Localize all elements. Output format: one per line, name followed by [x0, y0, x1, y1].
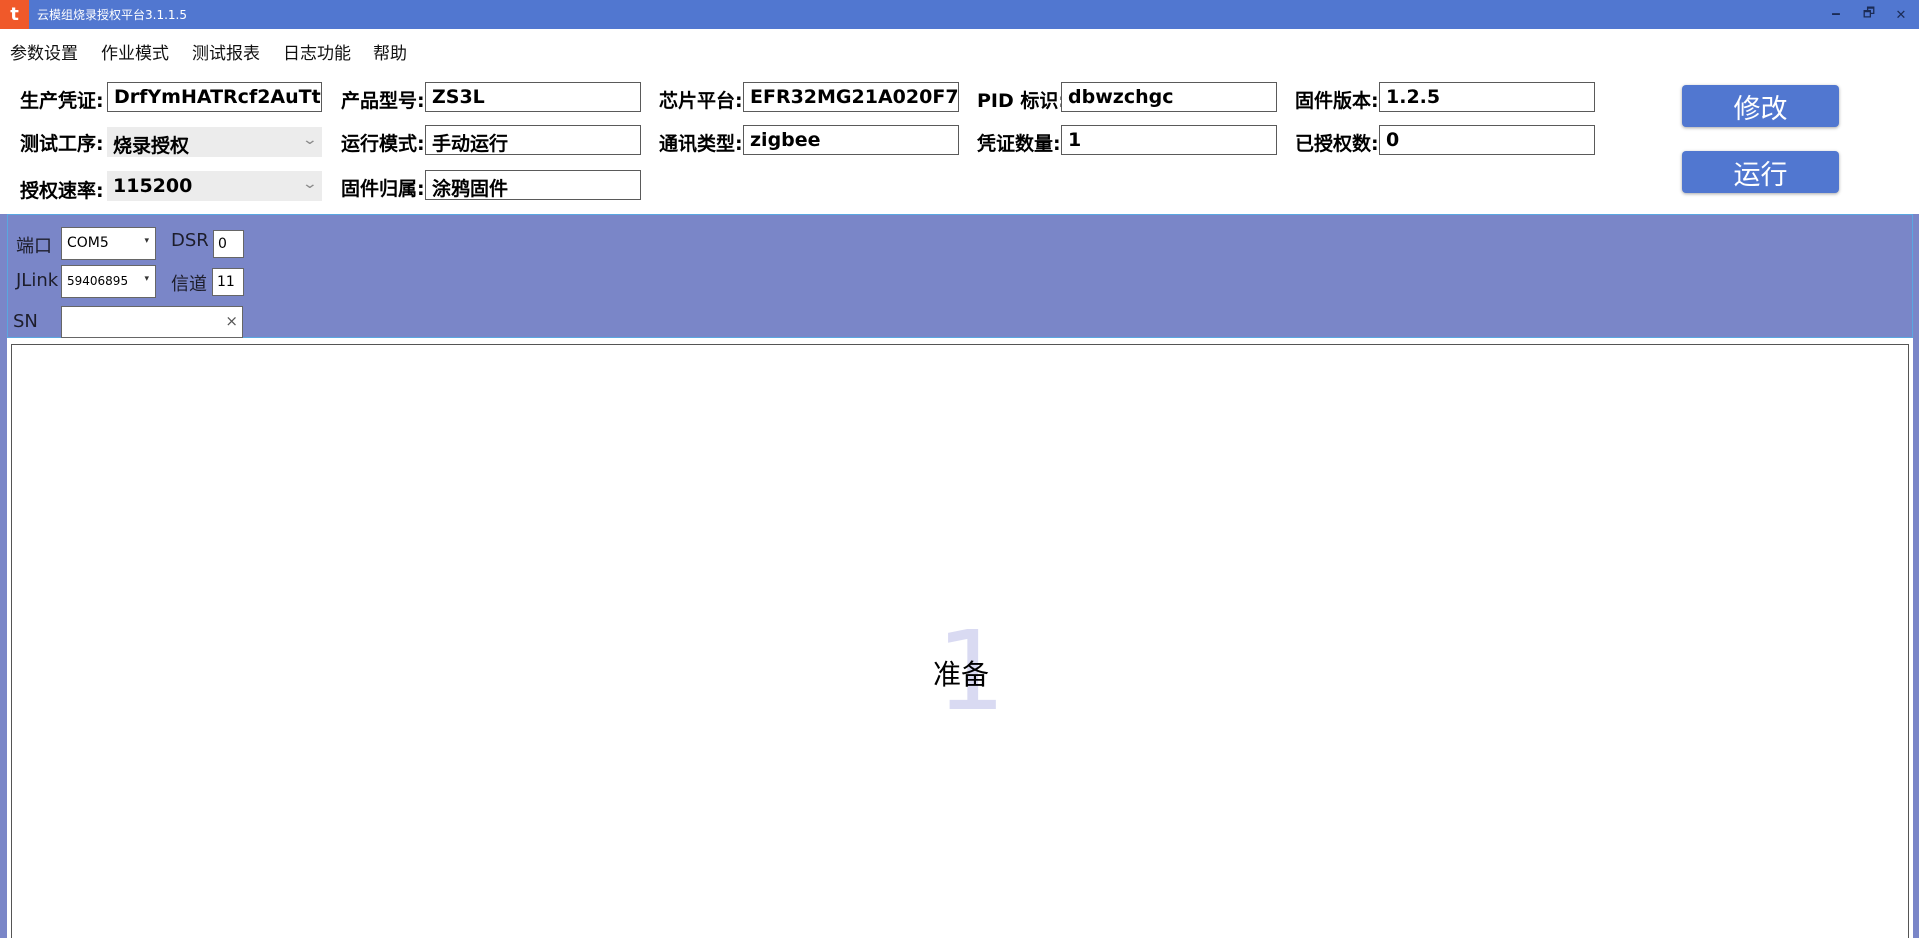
pid-field[interactable]: dbwzchgc [1061, 82, 1277, 112]
jlink-label: JLink [16, 270, 59, 291]
menu-item-help[interactable]: 帮助 [373, 39, 407, 64]
right-border [1913, 214, 1919, 938]
production-credential-label: 生产凭证: [20, 90, 104, 112]
port-value: COM5 [67, 235, 109, 251]
dropdown-arrow-icon: ▾ [144, 274, 149, 284]
left-border [0, 214, 7, 938]
chevron-down-icon: ⌄ [301, 176, 319, 192]
jlink-select[interactable]: 59406895 ▾ [61, 265, 156, 298]
production-credential-field[interactable]: DrfYmHATRcf2AuTt [107, 82, 322, 112]
menu-item-params[interactable]: 参数设置 [10, 39, 78, 64]
restore-icon[interactable]: 🗗 [1858, 4, 1880, 26]
credential-count-field[interactable]: 1 [1061, 125, 1277, 155]
chip-platform-field[interactable]: EFR32MG21A020F768 [743, 82, 959, 112]
dsr-field[interactable]: 0 [213, 230, 244, 258]
sn-input[interactable]: × [61, 306, 243, 338]
auth-rate-select[interactable]: 115200 ⌄ [107, 171, 322, 201]
window-title: 云模组烧录授权平台3.1.1.5 [37, 8, 187, 22]
jlink-value: 59406895 [67, 274, 129, 288]
product-model-label: 产品型号: [341, 90, 425, 112]
menu-item-test-report[interactable]: 测试报表 [192, 39, 260, 64]
test-process-label: 测试工序: [20, 133, 104, 155]
pid-label: PID 标识: [977, 90, 1066, 112]
auth-rate-label: 授权速率: [20, 180, 104, 202]
firmware-owner-field[interactable]: 涂鸦固件 [425, 170, 641, 200]
chip-platform-label: 芯片平台: [659, 90, 743, 112]
title-bar: t 云模组烧录授权平台3.1.1.5 🗕 🗗 ✕ [0, 0, 1919, 29]
chevron-down-icon: ⌄ [301, 132, 319, 148]
modify-button[interactable]: 修改 [1682, 85, 1839, 127]
clear-icon[interactable]: × [225, 312, 238, 330]
run-mode-field[interactable]: 手动运行 [425, 125, 641, 155]
run-mode-label: 运行模式: [341, 133, 425, 155]
sn-label: SN [13, 311, 38, 332]
status-display: 1 准备 [11, 344, 1909, 938]
comm-type-field[interactable]: zigbee [743, 125, 959, 155]
comm-type-label: 通讯类型: [659, 133, 743, 155]
channel-field[interactable]: 11 [212, 268, 244, 296]
port-select[interactable]: COM5 ▾ [61, 227, 156, 260]
firmware-version-label: 固件版本: [1295, 90, 1379, 112]
credential-count-label: 凭证数量: [977, 133, 1061, 155]
dsr-label: DSR [171, 230, 209, 251]
dropdown-arrow-icon: ▾ [144, 236, 149, 246]
firmware-version-field[interactable]: 1.2.5 [1379, 82, 1595, 112]
product-model-field[interactable]: ZS3L [425, 82, 641, 112]
port-label: 端口 [16, 236, 52, 257]
test-process-select[interactable]: 烧录授权 ⌄ [107, 127, 322, 157]
authorized-count-label: 已授权数: [1295, 133, 1379, 155]
test-process-value: 烧录授权 [113, 135, 190, 157]
minimize-icon[interactable]: 🗕 [1825, 4, 1847, 26]
authorized-count-field[interactable]: 0 [1379, 125, 1595, 155]
device-panel: 端口 COM5 ▾ DSR 0 JLink 59406895 ▾ 信道 11 S… [7, 214, 1913, 338]
auth-rate-value: 115200 [113, 175, 193, 197]
menu-item-log[interactable]: 日志功能 [283, 39, 351, 64]
run-button[interactable]: 运行 [1682, 151, 1839, 193]
channel-label: 信道 [171, 274, 207, 295]
menu-bar: 参数设置 作业模式 测试报表 日志功能 帮助 [0, 29, 1919, 64]
close-icon[interactable]: ✕ [1890, 4, 1912, 26]
menu-item-work-mode[interactable]: 作业模式 [101, 39, 169, 64]
status-text: 准备 [933, 658, 990, 691]
firmware-owner-label: 固件归属: [341, 178, 425, 200]
app-logo-icon: t [0, 0, 29, 29]
